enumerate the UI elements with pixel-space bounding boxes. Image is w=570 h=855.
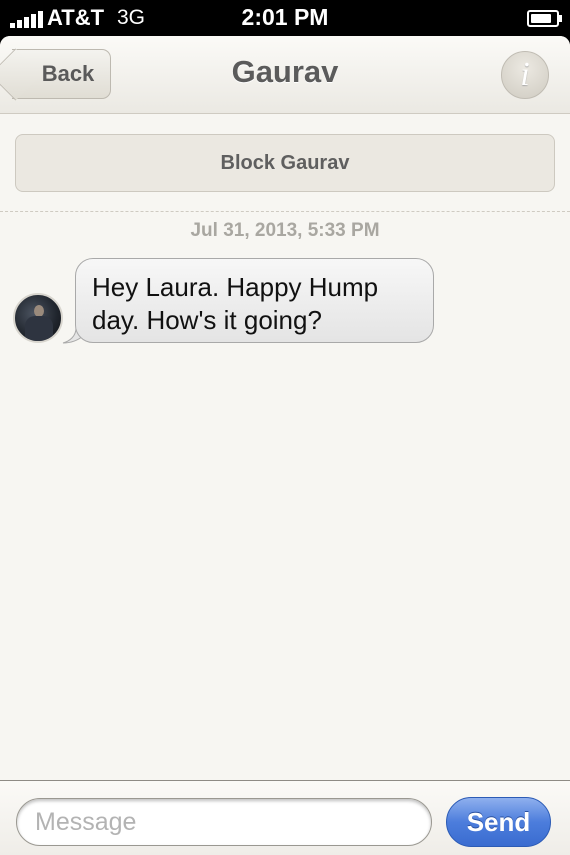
battery-icon <box>527 10 562 27</box>
message-input[interactable] <box>16 798 432 846</box>
block-contact-button[interactable]: Block Gaurav <box>15 134 555 192</box>
back-button-label: Back <box>41 61 95 86</box>
status-bar: AT&T 3G 2:01 PM <box>0 0 570 36</box>
divider <box>0 211 570 212</box>
composer-bar: Send <box>0 780 570 855</box>
send-button[interactable]: Send <box>446 797 551 847</box>
message-text-line-2: day. How's it going? <box>92 305 322 335</box>
message-text-line-1: Hey Laura. Happy Hump <box>92 272 379 302</box>
navigation-bar: Back Gaurav i <box>0 36 570 114</box>
message-bubble[interactable]: Hey Laura. Happy Hump day. How's it goin… <box>75 258 434 343</box>
avatar[interactable] <box>13 293 63 343</box>
status-time: 2:01 PM <box>241 4 329 30</box>
messages-screen: Back Gaurav i Block Gaurav Jul 31, 2013,… <box>0 36 570 855</box>
contact-info-button[interactable]: i <box>501 51 549 99</box>
message-timestamp: Jul 31, 2013, 5:33 PM <box>190 220 380 241</box>
info-icon: i <box>520 56 530 93</box>
